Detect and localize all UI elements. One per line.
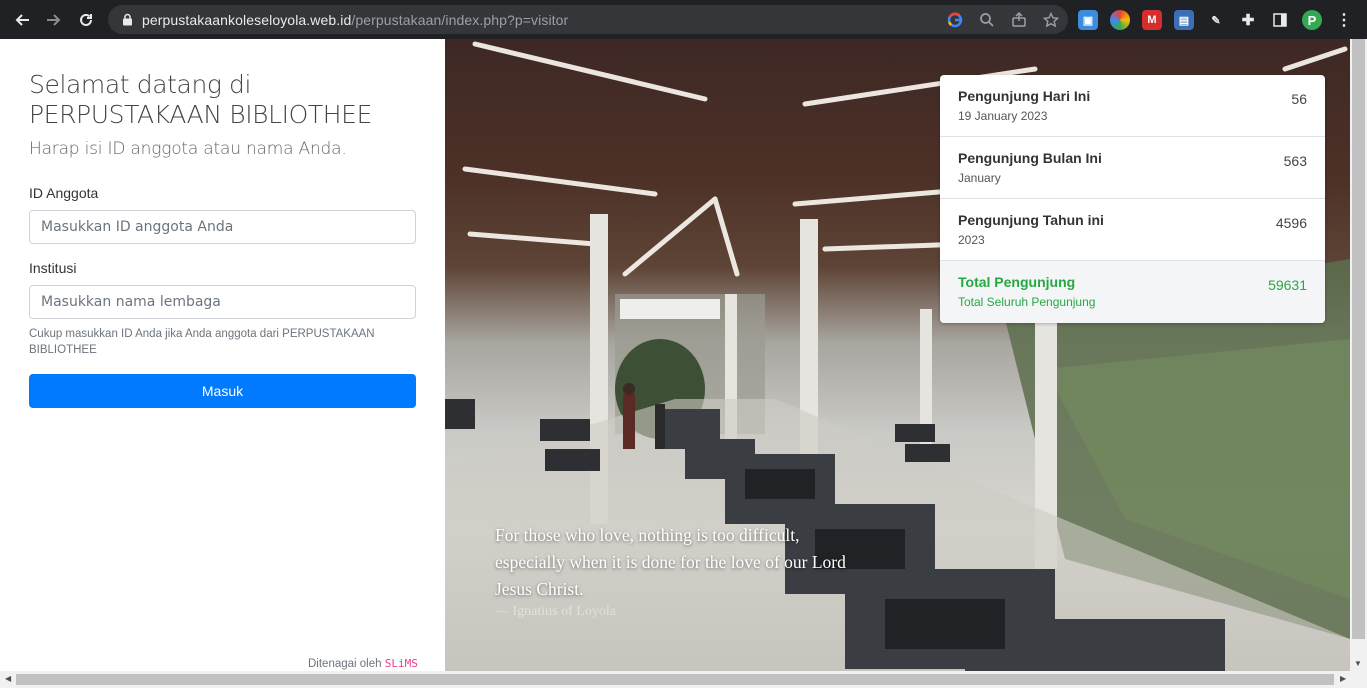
scroll-down-arrow-icon[interactable]: ▼ [1354, 659, 1362, 668]
scroll-left-arrow-icon[interactable]: ◀ [5, 674, 11, 683]
extensions-puzzle-icon[interactable]: ✚ [1238, 10, 1258, 30]
horizontal-scrollbar[interactable]: ◀ ▶ [0, 671, 1367, 688]
welcome-heading: Selamat datang di PERPUSTAKAAN BIBLIOTHE… [29, 70, 372, 129]
pen-extension-icon[interactable]: ✎ [1206, 10, 1226, 30]
reload-icon[interactable] [70, 4, 102, 36]
menu-kebab-icon[interactable]: ⋮ [1334, 10, 1354, 30]
color-extension-icon[interactable] [1110, 10, 1130, 30]
address-bar[interactable]: perpustakaankoleseloyola.web.id/perpusta… [108, 5, 1068, 34]
powered-by: Ditenagai oleh SLiMS [308, 657, 418, 670]
stat-year: Pengunjung Tahun ini 2023 4596 [940, 199, 1325, 261]
url-text[interactable]: perpustakaankoleseloyola.web.id/perpusta… [142, 12, 568, 28]
stat-today-date: 19 January 2023 [958, 109, 1048, 123]
docs-extension-icon[interactable]: ▤ [1174, 10, 1194, 30]
institution-input[interactable]: Masukkan nama lembaga [29, 285, 416, 319]
stat-today-count: 56 [1291, 91, 1307, 107]
stat-month-count: 563 [1283, 153, 1307, 169]
stat-year-title: Pengunjung Tahun ini [958, 212, 1104, 228]
screenshot-extension-icon[interactable]: ▣ [1078, 10, 1098, 30]
member-id-label: ID Anggota [29, 185, 99, 201]
member-id-input[interactable]: Masukkan ID anggota Anda [29, 210, 416, 244]
institution-label: Institusi [29, 260, 77, 276]
browser-toolbar: perpustakaankoleseloyola.web.id/perpusta… [0, 0, 1367, 39]
stat-month-name: January [958, 171, 1001, 185]
quote-author: — Ignatius of Loyola [495, 604, 616, 619]
stat-month-title: Pengunjung Bulan Ini [958, 150, 1102, 166]
stat-month: Pengunjung Bulan Ini January 563 [940, 137, 1325, 199]
zoom-icon[interactable] [978, 11, 996, 29]
side-panel-icon[interactable] [1270, 10, 1290, 30]
scroll-right-arrow-icon[interactable]: ▶ [1340, 674, 1346, 683]
form-hint: Cukup masukkan ID Anda jika Anda anggota… [29, 328, 375, 356]
back-arrow-icon[interactable] [6, 4, 38, 36]
lock-icon [120, 13, 134, 27]
stat-year-count: 4596 [1275, 215, 1307, 231]
stat-today: Pengunjung Hari Ini 19 January 2023 56 [940, 75, 1325, 137]
visitor-form-panel: Selamat datang di PERPUSTAKAAN BIBLIOTHE… [0, 39, 445, 671]
stat-today-title: Pengunjung Hari Ini [958, 88, 1091, 104]
stat-total-count: 59631 [1268, 277, 1307, 293]
mendeley-extension-icon[interactable]: M [1142, 10, 1162, 30]
submit-button[interactable]: Masuk [29, 374, 416, 408]
horizontal-scroll-thumb[interactable] [16, 674, 1334, 685]
vertical-scroll-thumb[interactable] [1352, 39, 1365, 639]
share-icon[interactable] [1010, 11, 1028, 29]
stat-year-name: 2023 [958, 233, 985, 247]
stat-total: Total Pengunjung Total Seluruh Pengunjun… [940, 261, 1325, 323]
stat-total-sub: Total Seluruh Pengunjung [958, 295, 1096, 309]
bookmark-star-icon[interactable] [1042, 11, 1060, 29]
quote-text: For those who love, nothing is too diffi… [495, 525, 846, 599]
forward-arrow-icon[interactable] [38, 4, 70, 36]
form-subtitle: Harap isi ID anggota atau nama Anda. [29, 139, 347, 159]
stat-total-title: Total Pengunjung [958, 274, 1076, 290]
profile-avatar[interactable]: P [1302, 10, 1322, 30]
slims-link[interactable]: SLiMS [385, 657, 418, 670]
visitor-stats-card: Pengunjung Hari Ini 19 January 2023 56 P… [940, 75, 1325, 323]
vertical-scrollbar[interactable]: ▼ [1350, 39, 1367, 671]
google-icon[interactable] [946, 11, 964, 29]
